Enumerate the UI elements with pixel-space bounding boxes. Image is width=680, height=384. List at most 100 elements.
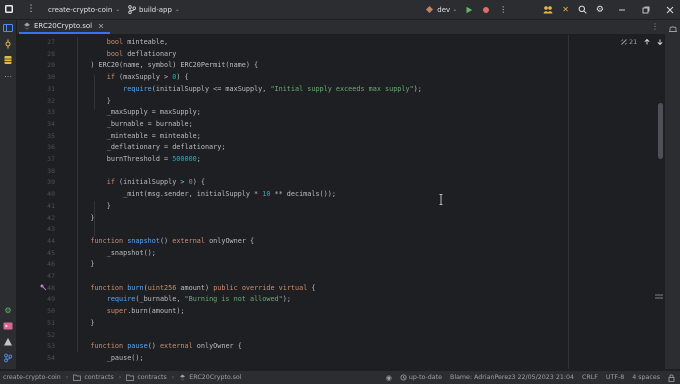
commit-icon[interactable] xyxy=(3,39,13,49)
code-line: _snapshot(); xyxy=(74,248,156,260)
settings-icon[interactable]: ⚙ xyxy=(596,5,604,15)
tab-options-icon[interactable]: ⋮ xyxy=(651,22,659,31)
branch-name: build-app xyxy=(139,5,172,14)
code-token: function xyxy=(90,342,124,351)
file-encoding[interactable]: UTF-8 xyxy=(606,374,624,381)
project-view-icon[interactable] xyxy=(3,23,13,33)
code-line: _deflationary = deflationary; xyxy=(74,142,226,154)
line-number: 44 xyxy=(47,236,55,245)
breadcrumb-separator: › xyxy=(118,374,122,381)
breadcrumb-item[interactable]: ERC20Crypto.sol xyxy=(189,374,241,381)
line-number: 40 xyxy=(47,190,55,199)
minimize-icon[interactable] xyxy=(618,6,626,14)
line-number: 32 xyxy=(47,96,55,105)
prev-problem-icon[interactable] xyxy=(644,39,650,45)
code-token: ); xyxy=(413,84,422,93)
database-icon[interactable] xyxy=(3,55,13,65)
code-line: function snapshot() external onlyOwner { xyxy=(74,236,254,248)
line-number: 33 xyxy=(47,108,55,117)
chevron-down-icon: ⌄ xyxy=(174,6,180,13)
restore-icon[interactable] xyxy=(642,6,650,14)
line-number: 31 xyxy=(47,84,55,93)
code-token: ) { xyxy=(176,73,189,82)
run-config-selector[interactable]: dev xyxy=(437,6,450,14)
code-line: _pause(); xyxy=(74,353,144,365)
services-icon[interactable]: ⚙ xyxy=(3,305,13,315)
project-selector[interactable]: create-crypto-coin ⌄ xyxy=(48,0,120,19)
code-token: amount) xyxy=(176,283,214,292)
right-tool-bar xyxy=(664,20,680,369)
terminal-icon[interactable] xyxy=(3,321,13,331)
line-number: 46 xyxy=(47,260,55,269)
git-icon[interactable] xyxy=(3,353,13,363)
debug-icon[interactable] xyxy=(482,6,490,14)
breadcrumb-separator: › xyxy=(65,374,69,381)
code-token: super xyxy=(106,307,128,316)
code-token: } xyxy=(74,213,95,222)
branch-selector[interactable]: build-app ⌄ xyxy=(128,0,180,19)
code-token: () xyxy=(147,342,160,351)
code-token: 500000 xyxy=(172,155,197,163)
line-separator[interactable]: CRLF xyxy=(582,374,598,381)
code-line: } xyxy=(74,318,94,330)
code-token: external xyxy=(159,342,193,351)
breadcrumb-item[interactable]: contracts xyxy=(84,374,113,381)
search-icon[interactable] xyxy=(578,5,587,14)
mouse-cursor-icon xyxy=(439,190,443,205)
blame-info[interactable]: Blame: AdrianPerez3 22/05/2023 21:04 xyxy=(450,374,574,381)
more-menu-icon[interactable]: ⋮ xyxy=(27,4,36,14)
code-editor[interactable]: 27 28 29 30 31 32 33 34 35 36 37 38 39 40 41 42 43 44 45 46… xyxy=(17,35,665,369)
app-menu-icon[interactable] xyxy=(4,4,14,14)
copilot-icon[interactable]: ◉ xyxy=(386,374,392,382)
vertical-scrollbar-thumb[interactable] xyxy=(658,103,663,159)
code-token: ) ERC20(name, symbol) ERC20Permit(name) … xyxy=(74,61,259,70)
breadcrumb-item[interactable]: contracts xyxy=(137,374,166,381)
gutter-breakpoint-icon[interactable] xyxy=(39,283,47,291)
code-token: _mint(msg.sender, initialSupply * xyxy=(74,190,263,199)
code-line: require(_burnable, "Burning is not allow… xyxy=(74,294,291,306)
code-line: } xyxy=(74,259,94,271)
problems-icon[interactable] xyxy=(3,337,13,347)
notifications-icon[interactable] xyxy=(667,23,678,34)
line-number: 54 xyxy=(47,353,55,362)
code-token: } xyxy=(74,260,95,269)
code-token: uint256 xyxy=(147,283,177,292)
inspection-count: 21 xyxy=(629,38,638,46)
more-tools-icon[interactable]: ⋯ xyxy=(3,71,13,81)
line-number: 42 xyxy=(47,213,55,222)
folder-icon xyxy=(73,374,82,381)
line-number: 34 xyxy=(47,119,55,128)
inspection-widget[interactable]: 21 xyxy=(621,37,663,47)
lock-icon[interactable] xyxy=(668,374,675,382)
line-number: 45 xyxy=(47,248,55,257)
warning-icon xyxy=(621,39,627,45)
tab-erc20crypto[interactable]: ERC20Crypto.sol xyxy=(19,20,111,34)
code-token: bool xyxy=(106,49,124,58)
run-icon[interactable] xyxy=(465,6,473,14)
line-number: 41 xyxy=(47,201,55,210)
vcs-status-label: up-to-date xyxy=(408,374,442,381)
tools-icon[interactable]: ✕ xyxy=(562,5,569,14)
code-line: burnThreshold = 500000; xyxy=(74,154,201,166)
code-with-me-icon[interactable] xyxy=(543,5,553,14)
next-problem-icon[interactable] xyxy=(657,39,663,45)
code-token: require xyxy=(123,84,152,93)
breadcrumb-item[interactable]: create-crypto-coin xyxy=(3,374,61,381)
more-actions-icon[interactable]: ⋮ xyxy=(499,5,507,14)
code-token: (initialSupply <= maxSupply, xyxy=(151,84,271,93)
code-token: onlyOwner { xyxy=(192,342,242,351)
vcs-status[interactable]: up-to-date xyxy=(400,374,442,381)
close-tab-icon[interactable] xyxy=(98,23,104,29)
code-token: minteable, xyxy=(123,38,169,46)
indent-setting[interactable]: 4 spaces xyxy=(632,374,660,381)
code-token: { xyxy=(307,283,316,292)
code-token: ) { xyxy=(192,178,205,187)
code-token: bool xyxy=(106,38,124,46)
close-icon[interactable] xyxy=(666,6,674,14)
code-token: } xyxy=(74,96,111,105)
